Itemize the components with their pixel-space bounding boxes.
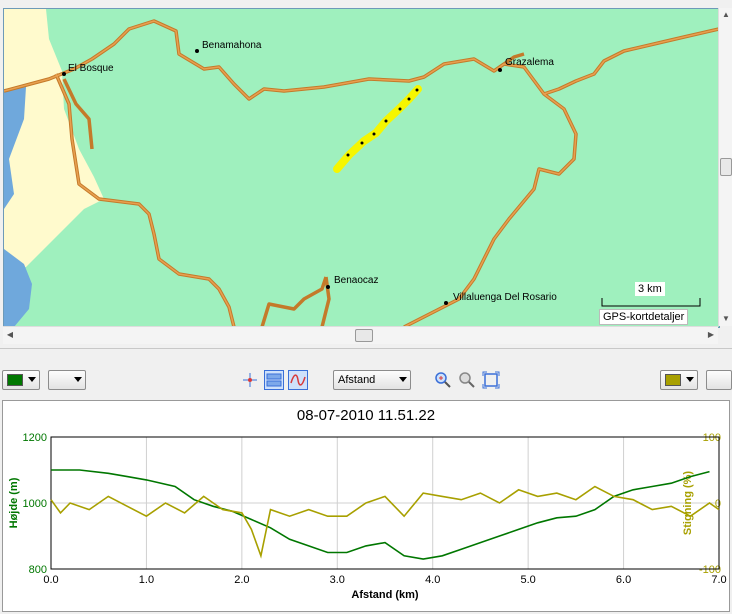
scroll-thumb[interactable] xyxy=(355,329,373,342)
scroll-up-icon[interactable]: ▲ xyxy=(719,8,732,22)
right-color-swatch xyxy=(665,374,681,386)
place-label: Benamahona xyxy=(202,40,262,51)
gps-details-button[interactable]: GPS-kortdetaljer xyxy=(599,309,689,325)
place-label: El Bosque xyxy=(68,63,114,74)
left-color-swatch xyxy=(7,374,23,386)
fit-view-icon[interactable] xyxy=(481,370,501,390)
left-option-dropdown[interactable] xyxy=(48,370,86,390)
grade-series-line xyxy=(50,485,720,559)
chevron-down-icon xyxy=(28,377,36,382)
chevron-down-icon xyxy=(399,377,407,382)
place-label: Benaocaz xyxy=(334,275,379,286)
map-panel: Benamahona El Bosque Grazalema Benaocaz … xyxy=(0,0,732,346)
right-option-dropdown[interactable] xyxy=(706,370,732,390)
chart-toolbar: Afstand xyxy=(0,362,732,396)
zoom-in-icon[interactable] xyxy=(433,370,453,390)
town-marker xyxy=(444,301,448,305)
y-right-tick-label: 100 xyxy=(703,432,721,444)
y-right-tick-label: -100 xyxy=(699,564,721,576)
scroll-thumb[interactable] xyxy=(720,158,732,176)
y-left-tick-label: 1200 xyxy=(23,432,47,444)
curve-view-icon[interactable] xyxy=(288,370,308,390)
y-left-tick-label: 1000 xyxy=(23,498,47,510)
town-marker xyxy=(498,68,502,72)
x-tick-label: 3.0 xyxy=(330,574,345,586)
chevron-down-icon xyxy=(686,377,694,382)
axis-select-dropdown[interactable]: Afstand xyxy=(333,370,411,390)
x-tick-label: 1.0 xyxy=(139,574,154,586)
scroll-right-icon[interactable]: ▶ xyxy=(704,328,718,342)
crosshair-icon[interactable] xyxy=(240,370,260,390)
sand-area xyxy=(4,9,104,269)
town-marker xyxy=(62,72,66,76)
map-view[interactable]: Benamahona El Bosque Grazalema Benaocaz … xyxy=(3,8,720,328)
chevron-down-icon xyxy=(74,377,82,382)
x-tick-label: 2.0 xyxy=(234,574,249,586)
chart-canvas[interactable]: 0.0 1.0 2.0 3.0 4.0 5.0 6.0 7.0120010008001000-… xyxy=(3,401,729,611)
splitter[interactable] xyxy=(0,348,732,354)
map-vertical-scrollbar[interactable]: ▲ ▼ xyxy=(718,8,732,326)
y-left-axis-label: Højde (m) xyxy=(8,477,20,528)
map-horizontal-scrollbar[interactable]: ◀ ▶ xyxy=(3,326,718,344)
right-series-color-dropdown[interactable] xyxy=(660,370,698,390)
y-left-tick-label: 800 xyxy=(29,564,47,576)
place-label: Grazalema xyxy=(505,57,554,68)
y-right-axis-label: Stigning (%) xyxy=(682,471,694,535)
place-label: Villaluenga Del Rosario xyxy=(453,292,557,303)
x-tick-label: 5.0 xyxy=(520,574,535,586)
elevation-chart[interactable]: 08-07-2010 11.51.22 0.0 1.0 2.0 3.0 4.0 5.0 6.… xyxy=(2,400,730,612)
scale-label: 3 km xyxy=(635,282,665,296)
x-tick-label: 4.0 xyxy=(425,574,440,586)
x-tick-label: 6.0 xyxy=(616,574,631,586)
zoom-out-icon[interactable] xyxy=(457,370,477,390)
scroll-left-icon[interactable]: ◀ xyxy=(3,328,17,342)
gps-track xyxy=(333,85,422,173)
scale-bar: 3 km xyxy=(601,282,701,308)
town-marker xyxy=(195,49,199,53)
x-axis-label: Afstand (km) xyxy=(351,589,419,601)
stacked-view-icon[interactable] xyxy=(264,370,284,390)
scroll-down-icon[interactable]: ▼ xyxy=(719,312,732,326)
town-marker xyxy=(326,285,330,289)
left-series-color-dropdown[interactable] xyxy=(2,370,40,390)
axis-select-value: Afstand xyxy=(338,374,376,386)
